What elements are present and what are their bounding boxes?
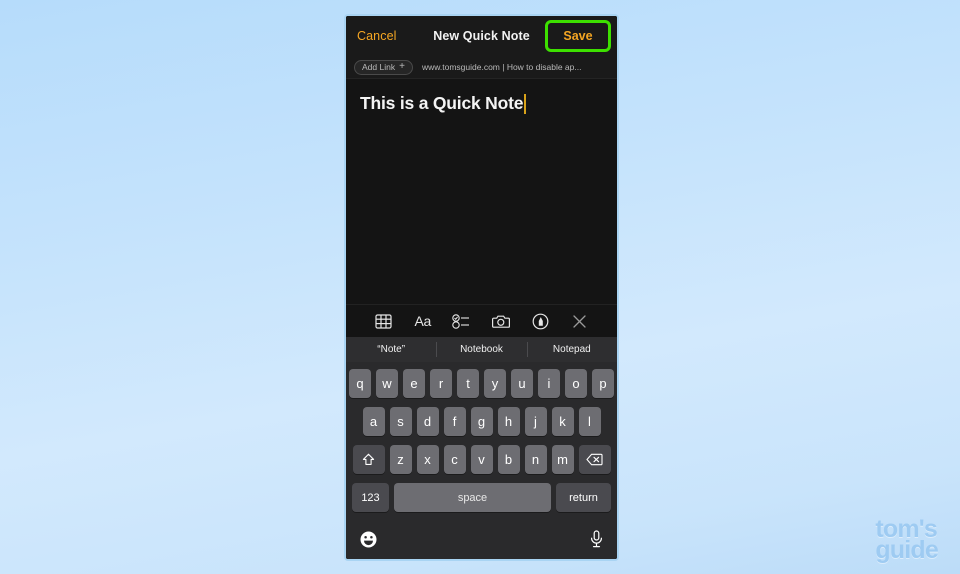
key-h[interactable]: h bbox=[497, 407, 520, 436]
key-d[interactable]: d bbox=[416, 407, 439, 436]
numbers-key[interactable]: 123 bbox=[352, 483, 389, 512]
key-i[interactable]: i bbox=[538, 369, 560, 398]
key-c[interactable]: c bbox=[443, 445, 466, 474]
save-button[interactable]: Save bbox=[563, 29, 592, 43]
shift-key[interactable] bbox=[352, 445, 385, 474]
tomsguide-watermark: tom's guide bbox=[875, 517, 938, 564]
return-key[interactable]: return bbox=[556, 483, 611, 512]
key-v[interactable]: v bbox=[470, 445, 493, 474]
key-n[interactable]: n bbox=[524, 445, 547, 474]
markup-pen-icon[interactable] bbox=[529, 310, 551, 332]
add-link-button[interactable]: Add Link + bbox=[354, 59, 413, 75]
keyboard-bottom-bar bbox=[346, 519, 617, 559]
text-format-label: Aa bbox=[414, 313, 431, 329]
checklist-icon[interactable] bbox=[451, 310, 473, 332]
key-s[interactable]: s bbox=[389, 407, 412, 436]
key-y[interactable]: y bbox=[484, 369, 506, 398]
key-r[interactable]: r bbox=[430, 369, 452, 398]
key-t[interactable]: t bbox=[457, 369, 479, 398]
key-p[interactable]: p bbox=[592, 369, 614, 398]
emoji-icon[interactable] bbox=[360, 531, 377, 548]
format-toolbar: Aa bbox=[346, 304, 617, 337]
add-link-label: Add Link bbox=[362, 61, 396, 72]
camera-icon[interactable] bbox=[490, 310, 512, 332]
keyboard-row-4: 123 space return bbox=[349, 483, 614, 512]
space-key[interactable]: space bbox=[394, 483, 551, 512]
key-f[interactable]: f bbox=[443, 407, 466, 436]
key-g[interactable]: g bbox=[470, 407, 493, 436]
key-x[interactable]: x bbox=[416, 445, 439, 474]
key-a[interactable]: a bbox=[362, 407, 385, 436]
suggestion-0[interactable]: “Note” bbox=[346, 337, 436, 362]
phone-frame: Cancel New Quick Note Save Add Link + ww… bbox=[344, 14, 619, 561]
key-b[interactable]: b bbox=[497, 445, 520, 474]
cancel-button[interactable]: Cancel bbox=[357, 29, 397, 43]
suggestion-1[interactable]: Notebook bbox=[436, 337, 526, 362]
navigation-bar: Cancel New Quick Note Save bbox=[346, 16, 617, 56]
table-icon[interactable] bbox=[373, 310, 395, 332]
keyboard-row-2: a s d f g h j k l bbox=[349, 407, 614, 436]
text-caret bbox=[524, 93, 526, 114]
key-k[interactable]: k bbox=[551, 407, 574, 436]
link-bar: Add Link + www.tomsguide.com | How to di… bbox=[346, 56, 617, 79]
key-e[interactable]: e bbox=[403, 369, 425, 398]
watermark-line-2: guide bbox=[875, 535, 938, 564]
key-w[interactable]: w bbox=[376, 369, 398, 398]
save-button-highlight: Save bbox=[545, 20, 611, 52]
key-o[interactable]: o bbox=[565, 369, 587, 398]
backspace-key[interactable] bbox=[578, 445, 611, 474]
page-title: New Quick Note bbox=[433, 29, 530, 43]
plus-icon: + bbox=[399, 60, 405, 72]
key-u[interactable]: u bbox=[511, 369, 533, 398]
key-j[interactable]: j bbox=[524, 407, 547, 436]
key-l[interactable]: l bbox=[578, 407, 601, 436]
dictation-microphone-icon[interactable] bbox=[590, 530, 603, 548]
keyboard-row-1: q w e r t y u i o p bbox=[349, 369, 614, 398]
source-url-text: www.tomsguide.com | How to disable ap... bbox=[421, 62, 582, 72]
note-title-line: This is a Quick Note bbox=[360, 93, 603, 114]
note-title-text: This is a Quick Note bbox=[360, 93, 524, 113]
key-z[interactable]: z bbox=[389, 445, 412, 474]
key-m[interactable]: m bbox=[551, 445, 574, 474]
note-editor[interactable]: This is a Quick Note bbox=[346, 79, 617, 304]
on-screen-keyboard: q w e r t y u i o p a s d f g h j k l z … bbox=[346, 362, 617, 519]
keyboard-row-3: z x c v b n m bbox=[349, 445, 614, 474]
text-format-icon[interactable]: Aa bbox=[412, 310, 434, 332]
predictive-text-bar: “Note” Notebook Notepad bbox=[346, 337, 617, 362]
key-q[interactable]: q bbox=[349, 369, 371, 398]
suggestion-2[interactable]: Notepad bbox=[526, 337, 617, 362]
close-icon[interactable] bbox=[568, 310, 590, 332]
